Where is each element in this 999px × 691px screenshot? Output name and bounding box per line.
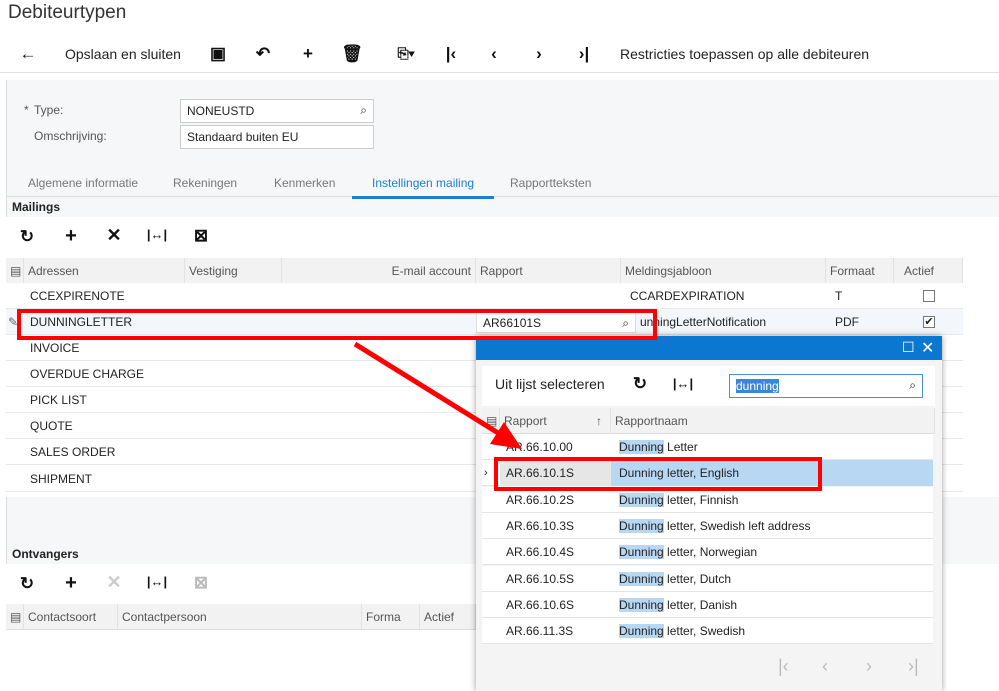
arrow-annotation [353, 341, 522, 449]
